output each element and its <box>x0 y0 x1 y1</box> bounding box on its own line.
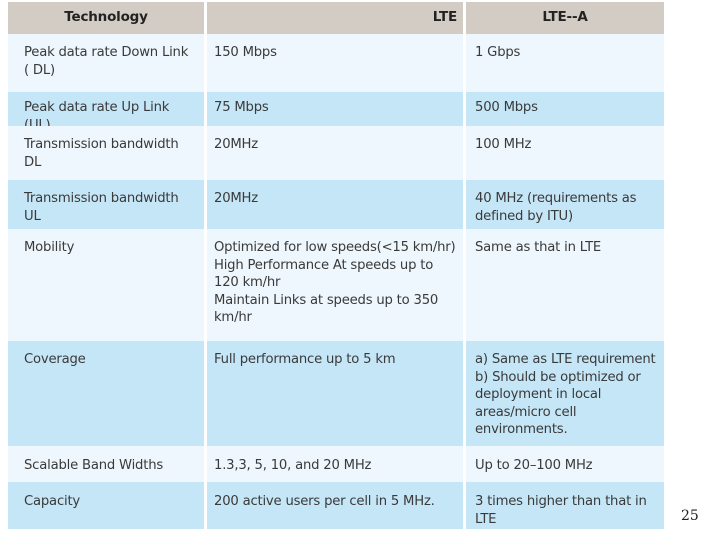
cell-lte-a: 100 MHz <box>466 126 664 180</box>
cell-lte-a: 1 Gbps <box>466 34 664 92</box>
cell-lte-a: 500 Mbps <box>466 92 664 126</box>
cell-lte-a: Up to 20–100 MHz <box>466 446 664 482</box>
page-number: 25 <box>681 508 699 524</box>
cell-lte-a: a) Same as LTE requirement b) Should be … <box>466 341 664 446</box>
table-row: Scalable Band Widths 1.3,3, 5, 10, and 2… <box>8 446 664 482</box>
cell-lte: 20MHz <box>207 180 463 229</box>
table-row: Mobility Optimized for low speeds(<15 km… <box>8 229 664 341</box>
cell-technology: Peak data rate Down Link ( DL) <box>8 34 204 92</box>
cell-lte: 1.3,3, 5, 10, and 20 MHz <box>207 446 463 482</box>
table-header-row: Technology LTE LTE--A <box>8 2 664 34</box>
cell-lte: 20MHz <box>207 126 463 180</box>
header-technology: Technology <box>8 2 204 34</box>
table-row: Coverage Full performance up to 5 km a) … <box>8 341 664 446</box>
table-row: Peak data rate Down Link ( DL) 150 Mbps … <box>8 34 664 92</box>
cell-technology: Coverage <box>8 341 204 446</box>
table-row: Capacity 200 active users per cell in 5 … <box>8 482 664 529</box>
cell-lte: Full performance up to 5 km <box>207 341 463 446</box>
table-row: Transmission bandwidth UL 20MHz 40 MHz (… <box>8 180 664 229</box>
cell-lte: 75 Mbps <box>207 92 463 126</box>
cell-lte-a: Same as that in LTE <box>466 229 664 341</box>
cell-lte-a: 3 times higher than that in LTE <box>466 482 664 529</box>
header-lte: LTE <box>207 2 463 34</box>
table-row: Peak data rate Up Link (UL) 75 Mbps 500 … <box>8 92 664 133</box>
cell-lte: 150 Mbps <box>207 34 463 92</box>
cell-technology: Capacity <box>8 482 204 529</box>
cell-technology: Peak data rate Up Link (UL) <box>8 92 204 133</box>
cell-lte: Optimized for low speeds(<15 km/hr) High… <box>207 229 463 341</box>
cell-technology: Scalable Band Widths <box>8 446 204 482</box>
comparison-table: Technology LTE LTE--A Peak data rate Dow… <box>8 2 664 529</box>
header-lte-a: LTE--A <box>466 2 664 34</box>
cell-lte-a: 40 MHz (requirements as defined by ITU) <box>466 180 664 229</box>
cell-technology: Transmission bandwidth DL <box>8 126 204 180</box>
cell-technology: Mobility <box>8 229 204 341</box>
cell-lte: 200 active users per cell in 5 MHz. <box>207 482 463 529</box>
cell-technology: Transmission bandwidth UL <box>8 180 204 229</box>
table-row: Transmission bandwidth DL 20MHz 100 MHz <box>8 126 664 180</box>
